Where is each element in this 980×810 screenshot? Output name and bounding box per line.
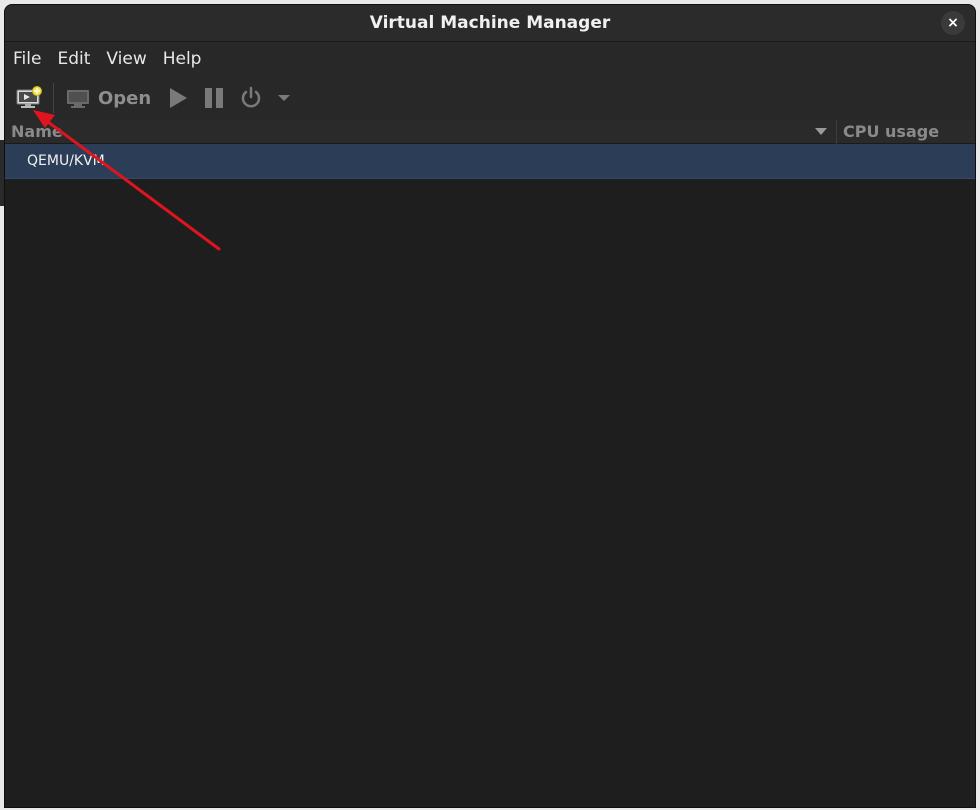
column-divider[interactable] — [836, 120, 837, 144]
open-button-label: Open — [98, 87, 152, 109]
menubar: File Edit View Help — [5, 42, 975, 76]
pause-icon — [205, 88, 224, 108]
list-header: Name CPU usage — [5, 120, 975, 144]
open-button[interactable]: Open — [62, 81, 155, 115]
window-title: Virtual Machine Manager — [369, 13, 611, 33]
power-menu-dropdown[interactable] — [273, 81, 295, 115]
dropdown-arrow-icon — [278, 95, 291, 101]
column-header-cpu-usage[interactable]: CPU usage — [843, 122, 939, 141]
new-vm-icon — [16, 86, 42, 108]
menu-help[interactable]: Help — [163, 49, 202, 69]
power-icon — [241, 86, 261, 108]
play-icon — [170, 88, 188, 108]
list-row-connection[interactable]: QEMU/KVM — [5, 144, 975, 179]
sort-arrow-icon[interactable] — [815, 128, 827, 135]
pause-button[interactable] — [199, 81, 229, 115]
power-button[interactable] — [235, 81, 267, 115]
vm-list: QEMU/KVM — [5, 144, 975, 807]
menu-view[interactable]: View — [106, 49, 146, 69]
toolbar: Open — [5, 76, 975, 120]
close-icon: × — [947, 15, 959, 31]
column-header-name[interactable]: Name — [11, 122, 63, 141]
titlebar: Virtual Machine Manager × — [5, 5, 975, 42]
new-vm-button[interactable] — [11, 81, 47, 115]
menu-edit[interactable]: Edit — [57, 49, 90, 69]
toolbar-separator — [53, 83, 54, 113]
monitor-icon — [67, 90, 89, 108]
run-button[interactable] — [163, 81, 193, 115]
menu-file[interactable]: File — [13, 49, 41, 69]
close-button[interactable]: × — [941, 11, 965, 35]
app-window: Virtual Machine Manager × File Edit View… — [4, 4, 976, 808]
connection-name: QEMU/KVM — [27, 153, 105, 169]
